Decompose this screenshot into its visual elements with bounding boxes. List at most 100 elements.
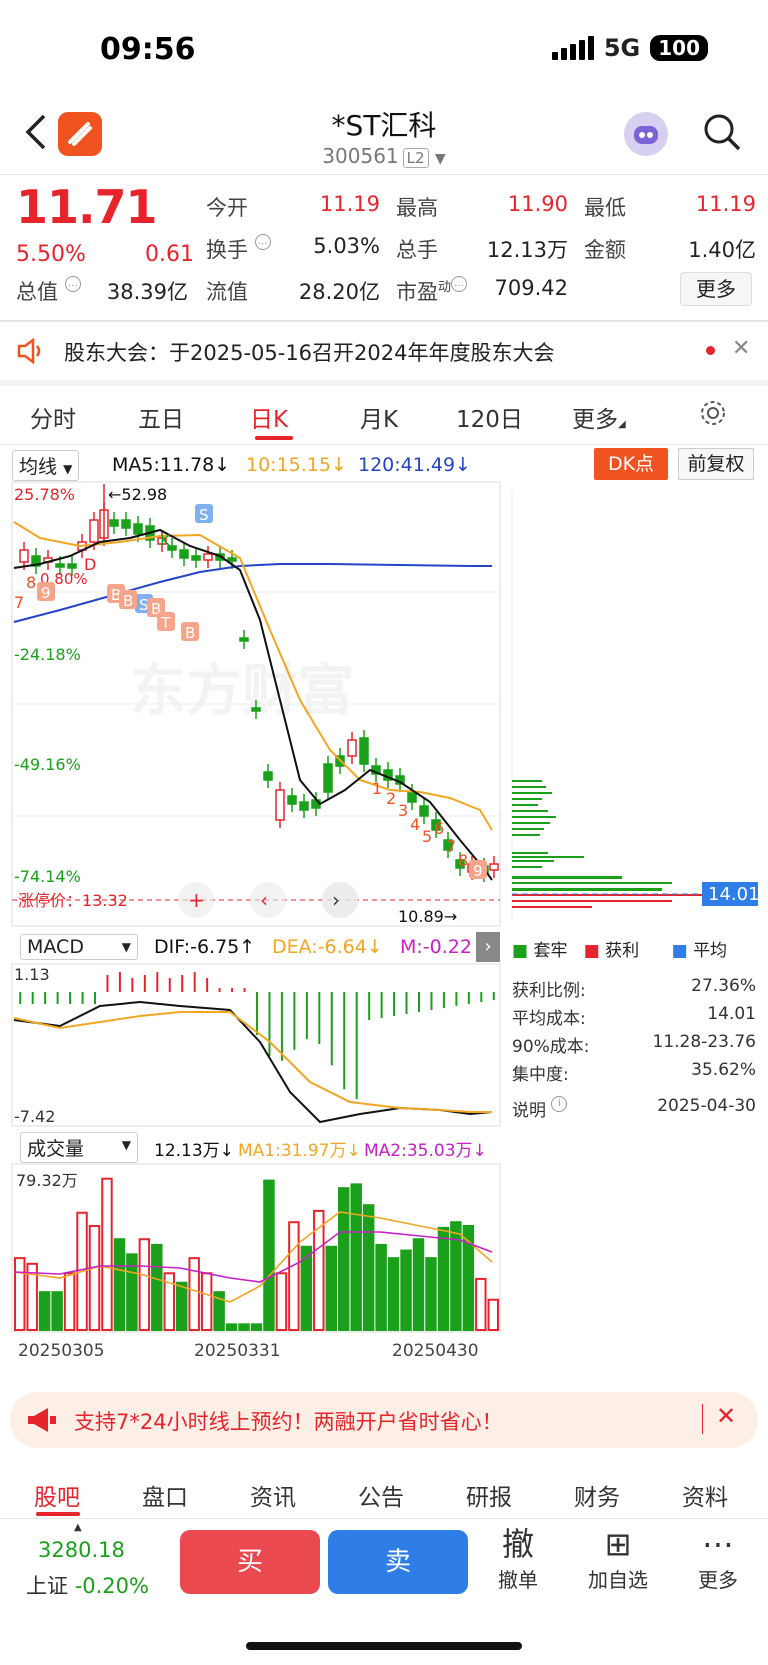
tab-120day[interactable]: 120日 bbox=[456, 400, 523, 434]
add-watchlist-button[interactable]: ⊞ 加自选 bbox=[578, 1524, 658, 1593]
indicator-select[interactable]: MACD ▼ bbox=[20, 934, 138, 960]
volume-bar bbox=[425, 1257, 437, 1331]
marker-label: 6 bbox=[434, 819, 444, 838]
volume-bar bbox=[338, 1187, 350, 1332]
ma10-label: 10:15.15↓ bbox=[246, 454, 347, 476]
candle-body bbox=[251, 707, 261, 712]
sell-button[interactable]: 卖 bbox=[328, 1530, 468, 1594]
cancel-order-button[interactable]: 撤撤单 bbox=[478, 1524, 558, 1593]
mktcap-label-text: 总值 bbox=[16, 280, 58, 304]
status-time: 09:56 bbox=[100, 32, 196, 67]
candle-body bbox=[347, 739, 357, 757]
volume-bar bbox=[238, 1323, 250, 1332]
volume-chart: 79.32万 20250305 20250331 20250430 bbox=[11, 1163, 501, 1361]
turnover-label[interactable]: 换手 … bbox=[206, 234, 271, 264]
volume-bar bbox=[263, 1179, 275, 1331]
macd-dif: DIF:-6.75↑ bbox=[154, 936, 256, 958]
change-value: 0.61 bbox=[145, 242, 194, 267]
ma-select[interactable]: 均线 ▼ bbox=[12, 450, 80, 481]
marker-label: 8 bbox=[458, 851, 468, 870]
amount-value: 1.40亿 bbox=[688, 238, 756, 262]
dk-point-button[interactable]: DK点 bbox=[594, 448, 668, 480]
candle-body bbox=[203, 553, 213, 561]
candle-body bbox=[359, 737, 369, 765]
legend-trapped: 套牢 bbox=[533, 941, 568, 961]
more-quote-button[interactable]: 更多 bbox=[680, 272, 752, 306]
volume-select[interactable]: 成交量 ▼ bbox=[20, 1132, 138, 1163]
tab-finance[interactable]: 财务 bbox=[574, 1478, 620, 1512]
candle-body bbox=[179, 549, 189, 559]
last-price: 11.71 bbox=[16, 180, 158, 234]
candle-body bbox=[275, 789, 285, 821]
tab-daily-k[interactable]: 日K bbox=[250, 400, 288, 434]
index-ticker[interactable]: 上证 -0.20% bbox=[26, 1570, 149, 1600]
tab-intraday[interactable]: 分时 bbox=[30, 400, 76, 434]
assistant-robot-icon[interactable] bbox=[624, 112, 668, 156]
mktcap-label[interactable]: 总值 … bbox=[16, 276, 81, 306]
adjust-button[interactable]: 前复权 bbox=[678, 448, 754, 480]
marker-label: D bbox=[84, 555, 96, 574]
promo-text[interactable]: 支持7*24小时线上预约！两融开户省时省心！ bbox=[74, 1406, 503, 1436]
volume-bar bbox=[487, 1298, 499, 1331]
megaphone-icon bbox=[28, 1408, 56, 1432]
max-pct-label: 25.78% bbox=[14, 485, 75, 504]
float-value: 28.20亿 bbox=[298, 280, 380, 304]
plus-box-icon: ⊞ bbox=[604, 1525, 632, 1563]
scroll-right-button[interactable] bbox=[322, 882, 358, 918]
tab-research[interactable]: 研报 bbox=[466, 1478, 512, 1512]
volume-bar bbox=[151, 1243, 163, 1331]
volume-bar bbox=[400, 1249, 412, 1331]
chip-note-link[interactable]: 说明 i bbox=[512, 1096, 568, 1121]
kline-chart[interactable]: 东方财富 14.01 25.78% -24.18% -49.16% -74.14… bbox=[0, 480, 768, 930]
close-icon[interactable]: ✕ bbox=[732, 336, 750, 361]
watermark: 东方财富 bbox=[130, 659, 354, 724]
open-label: 今开 bbox=[206, 196, 248, 220]
volume-top-label: 79.32万 bbox=[16, 1171, 78, 1190]
divider bbox=[702, 1404, 703, 1434]
chevron-down-icon: ▼ bbox=[434, 151, 446, 167]
tab-more[interactable]: 更多◢ bbox=[572, 400, 626, 434]
stock-code-value: 300561 bbox=[322, 144, 399, 168]
battery-icon: 100 bbox=[650, 35, 708, 61]
volume-bar bbox=[113, 1238, 126, 1331]
divider bbox=[0, 1518, 768, 1519]
gear-icon[interactable] bbox=[698, 398, 728, 428]
tab-news[interactable]: 资讯 bbox=[250, 1478, 296, 1512]
high-value: 11.90 bbox=[507, 192, 568, 216]
ma5-label: MA5:11.78↓ bbox=[112, 454, 231, 476]
candle-body bbox=[227, 557, 237, 562]
pe-label[interactable]: 市盈动… bbox=[396, 276, 468, 306]
marker-label: T bbox=[160, 614, 171, 632]
candle-body bbox=[407, 791, 417, 803]
index-value[interactable]: 3280.18 bbox=[38, 1538, 125, 1562]
expand-arrow-button[interactable]: › bbox=[476, 932, 500, 962]
tab-forum[interactable]: 股吧 bbox=[34, 1478, 80, 1512]
notice-text[interactable]: 股东大会：于2025-05-16召开2024年年度股东大会 bbox=[64, 337, 554, 367]
volume-select-label: 成交量 bbox=[27, 1138, 85, 1160]
search-icon[interactable] bbox=[702, 112, 742, 152]
tab-5day[interactable]: 五日 bbox=[138, 400, 184, 434]
macd-bottom-label: -7.42 bbox=[14, 1107, 55, 1126]
concentration-value: 35.62% bbox=[691, 1060, 756, 1080]
home-indicator bbox=[246, 1642, 522, 1650]
close-icon[interactable]: ✕ bbox=[716, 1402, 736, 1430]
more-actions-button[interactable]: ⋯ 更多 bbox=[678, 1524, 758, 1593]
marker-label: S bbox=[199, 506, 209, 524]
chart-nav[interactable]: + ‹ › bbox=[178, 882, 358, 918]
date-label-start: 20250305 bbox=[18, 1341, 105, 1361]
buy-button[interactable]: 买 bbox=[180, 1530, 320, 1594]
volume-bar bbox=[450, 1221, 462, 1331]
tab-profile[interactable]: 资料 bbox=[682, 1478, 728, 1512]
scroll-left-button[interactable] bbox=[250, 882, 286, 918]
marker-label: B bbox=[123, 592, 133, 610]
volume-bar bbox=[387, 1257, 400, 1331]
chip-note-label: 说明 bbox=[512, 1101, 546, 1121]
y-label-1: -24.18% bbox=[14, 645, 81, 664]
cancel-order-label: 撤单 bbox=[498, 1568, 538, 1592]
tab-announcements[interactable]: 公告 bbox=[358, 1478, 404, 1512]
legend-profit: 获利 bbox=[605, 941, 640, 961]
tab-monthly-k[interactable]: 月K bbox=[360, 400, 398, 434]
info-icon: i bbox=[551, 1096, 568, 1112]
cost90-label: 90%成本: bbox=[512, 1037, 590, 1057]
tab-orderbook[interactable]: 盘口 bbox=[142, 1478, 188, 1512]
